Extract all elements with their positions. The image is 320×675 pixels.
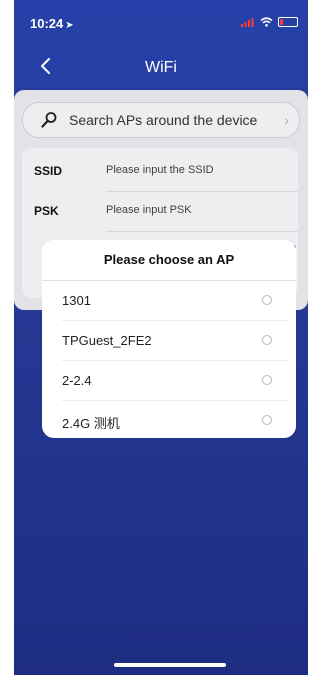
status-time: 10:24 ➤: [30, 16, 74, 31]
radio-unselected-icon[interactable]: [262, 415, 272, 425]
ap-list-item[interactable]: TPGuest_2FE2: [42, 321, 296, 361]
status-bar: 10:24 ➤: [14, 0, 308, 44]
radio-unselected-icon[interactable]: [262, 335, 272, 345]
radio-unselected-icon[interactable]: [262, 375, 272, 385]
ap-name: 2-2.4: [62, 373, 92, 388]
status-icons: [241, 17, 298, 27]
navigation-bar: WiFi: [14, 44, 308, 88]
phone-screen: 10:24 ➤ WiFi Search APs around the devic…: [14, 0, 308, 675]
wifi-icon: [260, 17, 273, 27]
status-time-text: 10:24: [30, 16, 64, 31]
home-indicator[interactable]: [114, 663, 226, 667]
ap-list-item[interactable]: 2-2.4: [42, 361, 296, 401]
ap-picker-dialog: Please choose an AP 1301 TPGuest_2FE2 2-…: [42, 240, 296, 438]
page-title: WiFi: [145, 59, 177, 76]
dialog-title: Please choose an AP: [42, 240, 296, 281]
radio-unselected-icon[interactable]: [262, 295, 272, 305]
location-icon: ➤: [65, 20, 74, 31]
ap-list-item[interactable]: 1301: [42, 281, 296, 321]
ap-name: 2.4G 测机: [62, 416, 120, 431]
battery-icon: [278, 17, 298, 27]
ap-list: 1301 TPGuest_2FE2 2-2.4 2.4G 测机: [42, 281, 296, 438]
ap-list-item[interactable]: 2.4G 测机: [42, 401, 296, 438]
ap-name: TPGuest_2FE2: [62, 333, 152, 348]
cellular-signal-icon: [241, 17, 254, 27]
ap-name: 1301: [62, 293, 91, 308]
